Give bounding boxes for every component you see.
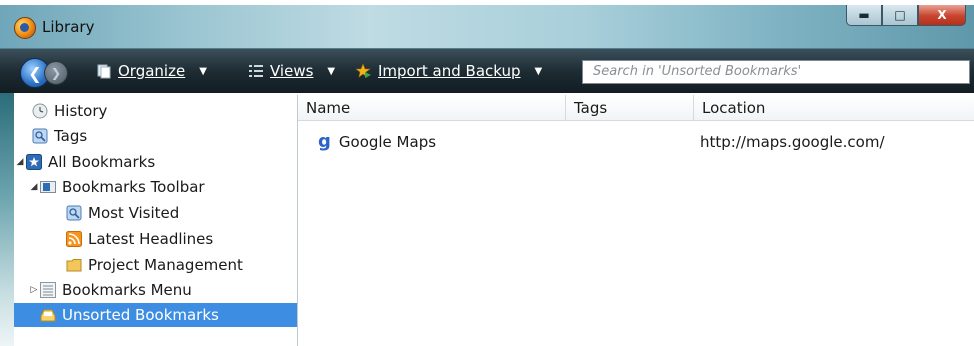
bookmark-name: Google Maps bbox=[338, 133, 437, 151]
tree-item-label: Bookmarks Toolbar bbox=[62, 178, 205, 196]
tree-item-label: History bbox=[54, 102, 108, 120]
tag-icon bbox=[32, 128, 48, 144]
search-input[interactable]: Search in 'Unsorted Bookmarks' bbox=[582, 60, 970, 84]
tree-item-all-bookmarks[interactable]: ◢ All Bookmarks bbox=[14, 150, 156, 174]
tree-item-label: Latest Headlines bbox=[88, 230, 214, 248]
column-header-name[interactable]: Name bbox=[298, 95, 566, 121]
row-location-cell: http://maps.google.com/ bbox=[700, 133, 885, 151]
close-button[interactable]: X bbox=[918, 5, 966, 26]
window-frame-edge bbox=[0, 93, 14, 346]
organize-menu[interactable]: Organize ▼ bbox=[96, 62, 207, 80]
import-backup-label: Import and Backup bbox=[378, 62, 521, 80]
tree-item-latest-headlines[interactable]: Latest Headlines bbox=[54, 227, 213, 251]
caret-down-icon: ▼ bbox=[327, 65, 336, 77]
library-window: Library ▬ □ X ❮ ❯ Organize ▼ Views ▼ Imp… bbox=[0, 0, 974, 346]
back-arrow-icon: ❮ bbox=[28, 63, 42, 83]
tree-item-tags[interactable]: Tags bbox=[20, 124, 87, 148]
tree-item-project-management[interactable]: Project Management bbox=[54, 253, 243, 277]
smart-folder-icon bbox=[66, 205, 82, 221]
tree-item-bookmarks-toolbar[interactable]: ◢ Bookmarks Toolbar bbox=[28, 175, 205, 199]
maximize-icon: □ bbox=[894, 8, 906, 22]
caret-down-icon: ▼ bbox=[199, 65, 207, 77]
tree-item-most-visited[interactable]: Most Visited bbox=[54, 201, 179, 225]
tree-item-label: All Bookmarks bbox=[48, 153, 156, 171]
expanded-triangle-icon[interactable]: ◢ bbox=[28, 182, 40, 192]
organize-icon bbox=[97, 64, 111, 79]
collapsed-triangle-icon[interactable]: ▷ bbox=[28, 285, 40, 295]
bookmark-list: Name Tags Location g Google Maps http://… bbox=[298, 95, 974, 346]
toolbar: ❮ ❯ Organize ▼ Views ▼ Import and Backup… bbox=[0, 49, 974, 93]
column-header-tags[interactable]: Tags bbox=[566, 95, 694, 121]
firefox-icon bbox=[14, 17, 36, 39]
views-icon bbox=[249, 65, 263, 77]
tree-item-unsorted-bookmarks[interactable]: Unsorted Bookmarks bbox=[14, 303, 297, 327]
maximize-button[interactable]: □ bbox=[882, 5, 918, 26]
star-folder-icon bbox=[26, 154, 42, 170]
organize-label: Organize bbox=[118, 62, 186, 80]
minimize-icon: ▬ bbox=[858, 8, 870, 22]
import-backup-menu[interactable]: Import and Backup ▼ bbox=[356, 62, 542, 80]
row-name-cell: g Google Maps bbox=[318, 131, 437, 152]
window-title: Library bbox=[42, 18, 95, 36]
expanded-triangle-icon[interactable]: ◢ bbox=[14, 157, 26, 167]
places-tree: History Tags ◢ All Bookmarks ◢ Bookmarks… bbox=[14, 95, 298, 346]
close-icon: X bbox=[937, 8, 947, 22]
toolbar-icon bbox=[40, 181, 56, 193]
menu-icon bbox=[40, 282, 56, 298]
tree-item-history[interactable]: History bbox=[20, 99, 107, 123]
tree-item-label: Bookmarks Menu bbox=[62, 281, 192, 299]
unsorted-icon bbox=[40, 309, 56, 322]
folder-icon bbox=[66, 259, 82, 272]
column-header-location[interactable]: Location bbox=[694, 95, 974, 121]
google-favicon-icon: g bbox=[318, 131, 331, 152]
tree-item-label: Project Management bbox=[88, 256, 243, 274]
tree-item-bookmarks-menu[interactable]: ▷ Bookmarks Menu bbox=[28, 278, 192, 302]
tree-item-label: Unsorted Bookmarks bbox=[62, 306, 219, 324]
views-menu[interactable]: Views ▼ bbox=[248, 62, 335, 80]
views-label: Views bbox=[270, 62, 314, 80]
minimize-button[interactable]: ▬ bbox=[846, 5, 882, 26]
title-bar[interactable]: Library ▬ □ X bbox=[0, 5, 974, 49]
tree-item-label: Tags bbox=[54, 127, 88, 145]
forward-button[interactable]: ❯ bbox=[44, 61, 68, 85]
rss-icon bbox=[66, 231, 82, 247]
star-arrow-icon bbox=[356, 63, 371, 78]
clock-icon bbox=[32, 103, 48, 119]
tree-item-label: Most Visited bbox=[88, 204, 180, 222]
caret-down-icon: ▼ bbox=[534, 65, 543, 77]
forward-arrow-icon: ❯ bbox=[50, 66, 62, 80]
window-controls: ▬ □ X bbox=[846, 5, 966, 27]
